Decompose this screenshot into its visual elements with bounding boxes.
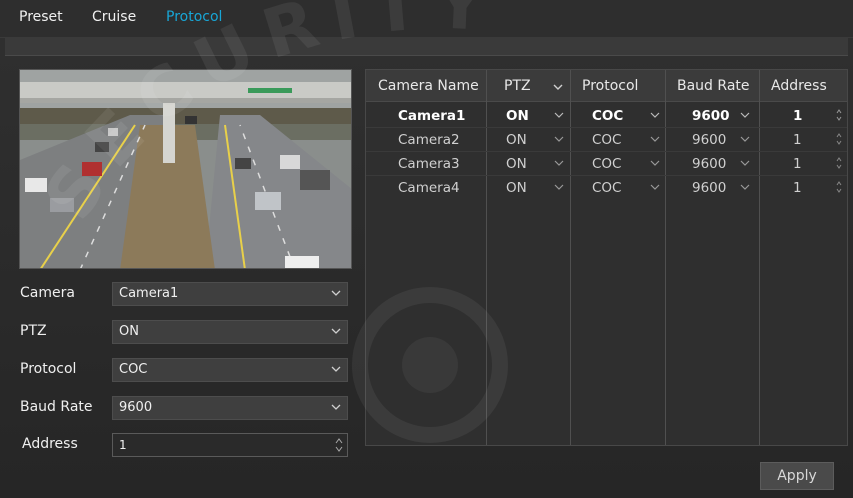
address-label: Address xyxy=(22,436,78,452)
ptz-row: PTZ ON xyxy=(20,320,350,344)
header-ptz: PTZ xyxy=(504,78,531,94)
chevron-down-icon xyxy=(331,328,341,334)
header-address: Address xyxy=(771,78,827,94)
baud-rate-value: 9600 xyxy=(119,400,153,415)
camera-row: Camera Camera1 xyxy=(20,282,350,306)
address-input[interactable]: 1 xyxy=(112,433,348,457)
spinner-icon[interactable] xyxy=(836,156,842,170)
ptz-protocol-settings-window: Preset Cruise Protocol Camera Camera1 PT… xyxy=(0,0,853,498)
camera-value: Camera1 xyxy=(119,286,179,301)
ptz-select[interactable]: ON xyxy=(112,320,348,344)
camera-select[interactable]: Camera1 xyxy=(112,282,348,306)
cell-address: 1 xyxy=(793,156,802,172)
cell-protocol: COC xyxy=(592,156,622,172)
baud-rate-label: Baud Rate xyxy=(20,399,93,415)
chevron-down-icon[interactable] xyxy=(740,182,750,192)
spinner-icon[interactable] xyxy=(335,437,343,453)
cell-baud-rate: 9600 xyxy=(692,156,727,172)
table-row[interactable]: Camera2 ON COC 9600 1 xyxy=(366,128,847,151)
cell-address: 1 xyxy=(793,180,802,196)
chevron-down-icon[interactable] xyxy=(740,158,750,168)
camera-preview xyxy=(19,69,352,269)
cell-ptz: ON xyxy=(506,180,527,196)
cell-protocol: COC xyxy=(592,108,624,124)
header-protocol: Protocol xyxy=(582,78,639,94)
cell-ptz: ON xyxy=(506,156,527,172)
apply-button[interactable]: Apply xyxy=(760,462,834,490)
protocol-label: Protocol xyxy=(20,361,77,377)
chevron-down-icon xyxy=(331,290,341,296)
cell-camera-name: Camera1 xyxy=(398,108,466,124)
baud-rate-row: Baud Rate 9600 xyxy=(20,396,350,420)
cell-address: 1 xyxy=(793,132,802,148)
cell-baud-rate: 9600 xyxy=(692,180,727,196)
chevron-down-icon[interactable] xyxy=(740,110,750,120)
cell-ptz: ON xyxy=(506,108,529,124)
chevron-down-icon xyxy=(331,404,341,410)
cell-baud-rate: 9600 xyxy=(692,132,727,148)
camera-label: Camera xyxy=(20,285,75,301)
tab-cruise[interactable]: Cruise xyxy=(92,9,136,25)
camera-protocol-table: Camera Name PTZ Protocol Baud Rate Addre… xyxy=(365,69,848,446)
cell-address: 1 xyxy=(793,108,803,124)
protocol-value: COC xyxy=(119,362,148,377)
chevron-down-icon[interactable] xyxy=(554,182,564,192)
table-row[interactable]: Camera3 ON COC 9600 1 xyxy=(366,152,847,175)
tab-bar: Preset Cruise Protocol xyxy=(0,0,853,38)
baud-rate-select[interactable]: 9600 xyxy=(112,396,348,420)
table-row[interactable]: Camera4 ON COC 9600 1 xyxy=(366,176,847,199)
ptz-label: PTZ xyxy=(20,323,47,339)
chevron-down-icon xyxy=(331,366,341,372)
ptz-value: ON xyxy=(119,324,139,339)
chevron-down-icon[interactable] xyxy=(650,158,660,168)
header-baud-rate: Baud Rate xyxy=(677,78,750,94)
cell-camera-name: Camera2 xyxy=(398,132,460,148)
cell-camera-name: Camera3 xyxy=(398,156,460,172)
address-row: Address 1 xyxy=(20,433,350,457)
table-header: Camera Name PTZ Protocol Baud Rate Addre… xyxy=(366,70,847,102)
address-value: 1 xyxy=(119,438,127,452)
header-camera-name: Camera Name xyxy=(378,78,479,94)
chevron-down-icon[interactable] xyxy=(650,134,660,144)
table-row[interactable]: Camera1 ON COC 9600 1 xyxy=(366,104,847,127)
cell-ptz: ON xyxy=(506,132,527,148)
chevron-down-icon[interactable] xyxy=(740,134,750,144)
spinner-icon[interactable] xyxy=(836,132,842,146)
cell-camera-name: Camera4 xyxy=(398,180,460,196)
protocol-select[interactable]: COC xyxy=(112,358,348,382)
chevron-down-icon[interactable] xyxy=(554,110,564,120)
chevron-down-icon[interactable] xyxy=(554,134,564,144)
chevron-down-icon[interactable] xyxy=(650,182,660,192)
tab-protocol[interactable]: Protocol xyxy=(166,9,222,25)
tab-content-header xyxy=(5,38,848,56)
spinner-icon[interactable] xyxy=(836,108,842,122)
chevron-down-icon[interactable] xyxy=(552,82,564,92)
chevron-down-icon[interactable] xyxy=(554,158,564,168)
cell-protocol: COC xyxy=(592,132,622,148)
tab-preset[interactable]: Preset xyxy=(19,9,63,25)
cell-baud-rate: 9600 xyxy=(692,108,730,124)
protocol-row: Protocol COC xyxy=(20,358,350,382)
spinner-icon[interactable] xyxy=(836,180,842,194)
chevron-down-icon[interactable] xyxy=(650,110,660,120)
cell-protocol: COC xyxy=(592,180,622,196)
